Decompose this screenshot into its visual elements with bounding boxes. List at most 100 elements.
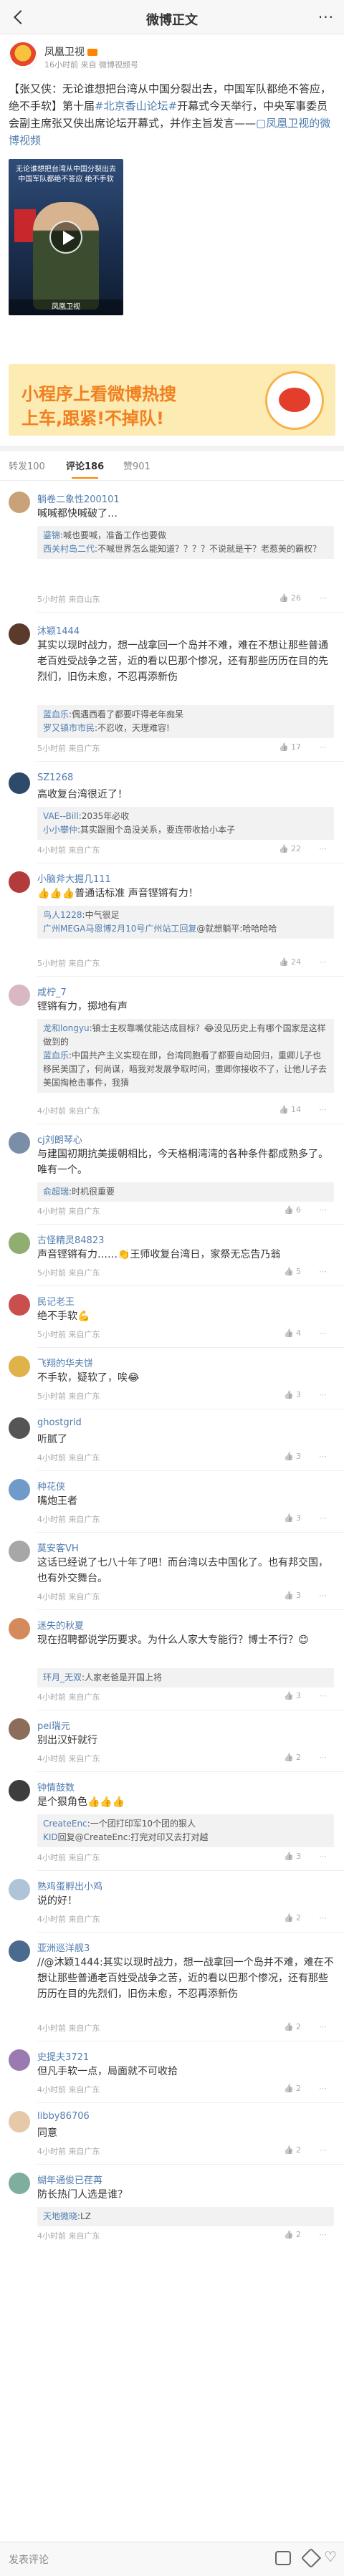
like-button[interactable]: 2 <box>284 2230 301 2239</box>
reply-icon[interactable]: ⋯ <box>319 2084 327 2093</box>
like-button[interactable]: 3 <box>284 1390 301 1399</box>
like-button[interactable]: 3 <box>284 1852 301 1861</box>
avatar[interactable] <box>9 1232 30 1254</box>
comment-user[interactable]: cj刘朗琴心 <box>37 1132 82 1146</box>
like-button[interactable]: 22 <box>279 844 301 853</box>
reply-icon[interactable]: ⋯ <box>319 742 327 752</box>
reply-user[interactable]: 鸟人1228 <box>43 910 82 920</box>
reply-icon[interactable]: ⋯ <box>319 1852 327 1861</box>
reply-user[interactable]: CreateEnc <box>43 1819 87 1829</box>
play-icon[interactable] <box>49 221 82 254</box>
avatar[interactable] <box>9 1718 30 1740</box>
reply-box[interactable]: 鸟人1228:中气很足 广州MEGA马恩博2月10号广州站工回复@就想躺平:哈哈… <box>37 906 334 939</box>
reply-icon[interactable]: ⋯ <box>319 1267 327 1276</box>
avatar[interactable] <box>9 1780 30 1801</box>
reply-box[interactable]: CreateEnc:一个团打印军10个团的狠人 KID回复@CreateEnc:… <box>37 1814 334 1847</box>
video-thumbnail[interactable]: 无论谁想把台湾从中国分裂出去 中国军队都绝不答应 绝不手软 凤凰卫视 <box>9 159 123 315</box>
comment-user[interactable]: 古怪精灵84823 <box>37 1232 104 1246</box>
avatar[interactable] <box>9 1479 30 1500</box>
avatar[interactable] <box>9 1132 30 1154</box>
like-icon[interactable] <box>324 2548 338 2565</box>
avatar[interactable] <box>9 1541 30 1562</box>
like-button[interactable]: 3 <box>284 1591 301 1600</box>
avatar[interactable] <box>9 2049 30 2071</box>
comment-user[interactable]: 史提夫3721 <box>37 2049 89 2063</box>
like-button[interactable]: 26 <box>279 593 301 603</box>
reply-icon[interactable]: ⋯ <box>319 1691 327 1700</box>
more-icon[interactable]: ··· <box>318 9 334 26</box>
reply-icon[interactable]: ⋯ <box>319 2145 327 2155</box>
like-button[interactable]: 17 <box>279 742 301 752</box>
reply-user[interactable]: 天地微晓 <box>43 2211 77 2221</box>
comment-user[interactable]: 小脑斧大掘几111 <box>37 871 111 885</box>
comment-user[interactable]: 钟情鼓数 <box>37 1780 75 1794</box>
tab-reposts[interactable]: 转发100 <box>9 459 45 472</box>
avatar[interactable] <box>9 2173 30 2194</box>
comment-user[interactable]: 熟鸡蛋孵出小鸡 <box>37 1879 102 1892</box>
comment-user[interactable]: 飞翔的华夫饼 <box>37 1356 93 1369</box>
avatar[interactable] <box>9 492 30 513</box>
comment-user[interactable]: 莫安客VH <box>37 1541 79 1554</box>
reply-box[interactable]: 鎏锦:喊也要喊，准备工作也要做 西关村岛二代:不喊世界怎么能知道？？？？不说就是… <box>37 526 334 559</box>
reply-user[interactable]: 鎏锦 <box>43 530 60 540</box>
reply-icon[interactable]: ⋯ <box>319 1513 327 1523</box>
reply-user[interactable]: 小小攀仲 <box>43 825 77 835</box>
reply-icon[interactable]: ⋯ <box>319 1390 327 1399</box>
reply-user[interactable]: 龙和longyu <box>43 1023 90 1033</box>
reply-icon[interactable]: ⋯ <box>319 2230 327 2239</box>
reply-box[interactable]: 蓝血乐:偶遇西看了都要吓得老年痴呆 罗又镇市市民:不忍收，天理难容! <box>37 705 334 738</box>
reply-user[interactable]: 西关村岛二代 <box>43 544 95 554</box>
avatar[interactable] <box>9 871 30 893</box>
like-button[interactable]: 2 <box>284 2084 301 2093</box>
repost-icon[interactable] <box>300 2547 322 2569</box>
reply-icon[interactable]: ⋯ <box>319 593 327 603</box>
reply-user[interactable]: 蓝血乐 <box>43 1050 69 1060</box>
avatar[interactable] <box>9 623 30 645</box>
like-button[interactable]: 6 <box>284 1205 301 1215</box>
comment-user[interactable]: 沐颖1444 <box>37 623 80 637</box>
like-button[interactable]: 14 <box>279 1105 301 1114</box>
like-button[interactable]: 4 <box>284 1328 301 1338</box>
reply-icon[interactable]: ⋯ <box>319 1591 327 1600</box>
comment-icon[interactable] <box>275 2551 291 2565</box>
like-button[interactable]: 2 <box>284 1913 301 1923</box>
reply-box[interactable]: VAE--Bill:2035年必收 小小攀仲:其实跟图个岛没关系，要连带收拾小本… <box>37 807 334 840</box>
reply-icon[interactable]: ⋯ <box>319 1328 327 1338</box>
reply-user[interactable]: 罗又镇市市民 <box>43 723 95 733</box>
reply-icon[interactable]: ⋯ <box>319 1105 327 1114</box>
reply-box[interactable]: 环月_无双:人家老爸是开国上将 <box>37 1668 334 1687</box>
comment-user[interactable]: 蝴年通俊已荏苒 <box>37 2173 102 2186</box>
avatar[interactable] <box>9 985 30 1006</box>
mini-program-banner[interactable]: 小程序上看微博热搜 上车,跟紧!不掉队! <box>9 364 335 436</box>
reply-icon[interactable]: ⋯ <box>319 1205 327 1215</box>
post-author[interactable]: 凤凰卫视 16小时前 来自 微博视频号 <box>9 42 335 73</box>
comment-user[interactable]: pei瑞元 <box>37 1718 70 1732</box>
reply-user[interactable]: 环月_无双 <box>43 1672 82 1682</box>
like-button[interactable]: 3 <box>284 1513 301 1523</box>
like-button[interactable]: 3 <box>284 1452 301 1461</box>
avatar[interactable] <box>9 1618 30 1639</box>
reply-icon[interactable]: ⋯ <box>319 844 327 853</box>
reply-box[interactable]: 俞超瑞:时机很重要 <box>37 1182 334 1202</box>
comment-user[interactable]: SZ1268 <box>37 772 73 783</box>
comment-user[interactable]: ghostgrid <box>37 1417 82 1428</box>
avatar[interactable] <box>9 1356 30 1377</box>
comment-user[interactable]: 亚洲巡洋舰3 <box>37 1940 90 1954</box>
reply-user[interactable]: 广州MEGA马恩博2月10号广州站工回复 <box>43 924 196 934</box>
avatar[interactable] <box>9 1879 30 1900</box>
reply-icon[interactable]: ⋯ <box>319 1452 327 1461</box>
comment-user[interactable]: 咸柠_7 <box>37 985 67 998</box>
avatar[interactable] <box>9 2111 30 2132</box>
avatar[interactable] <box>9 1417 30 1439</box>
like-button[interactable]: 2 <box>284 2145 301 2155</box>
like-button[interactable]: 2 <box>284 1753 301 1762</box>
like-button[interactable]: 3 <box>284 1691 301 1700</box>
reply-user[interactable]: KID <box>43 1832 58 1842</box>
like-button[interactable]: 24 <box>279 957 301 967</box>
reply-user[interactable]: VAE--Bill <box>43 811 79 821</box>
tab-likes[interactable]: 赞901 <box>123 459 150 472</box>
hashtag-link[interactable]: #北京香山论坛# <box>95 100 177 112</box>
reply-user[interactable]: 俞超瑞 <box>43 1187 69 1197</box>
like-button[interactable]: 2 <box>284 2022 301 2031</box>
avatar[interactable] <box>9 1294 30 1316</box>
